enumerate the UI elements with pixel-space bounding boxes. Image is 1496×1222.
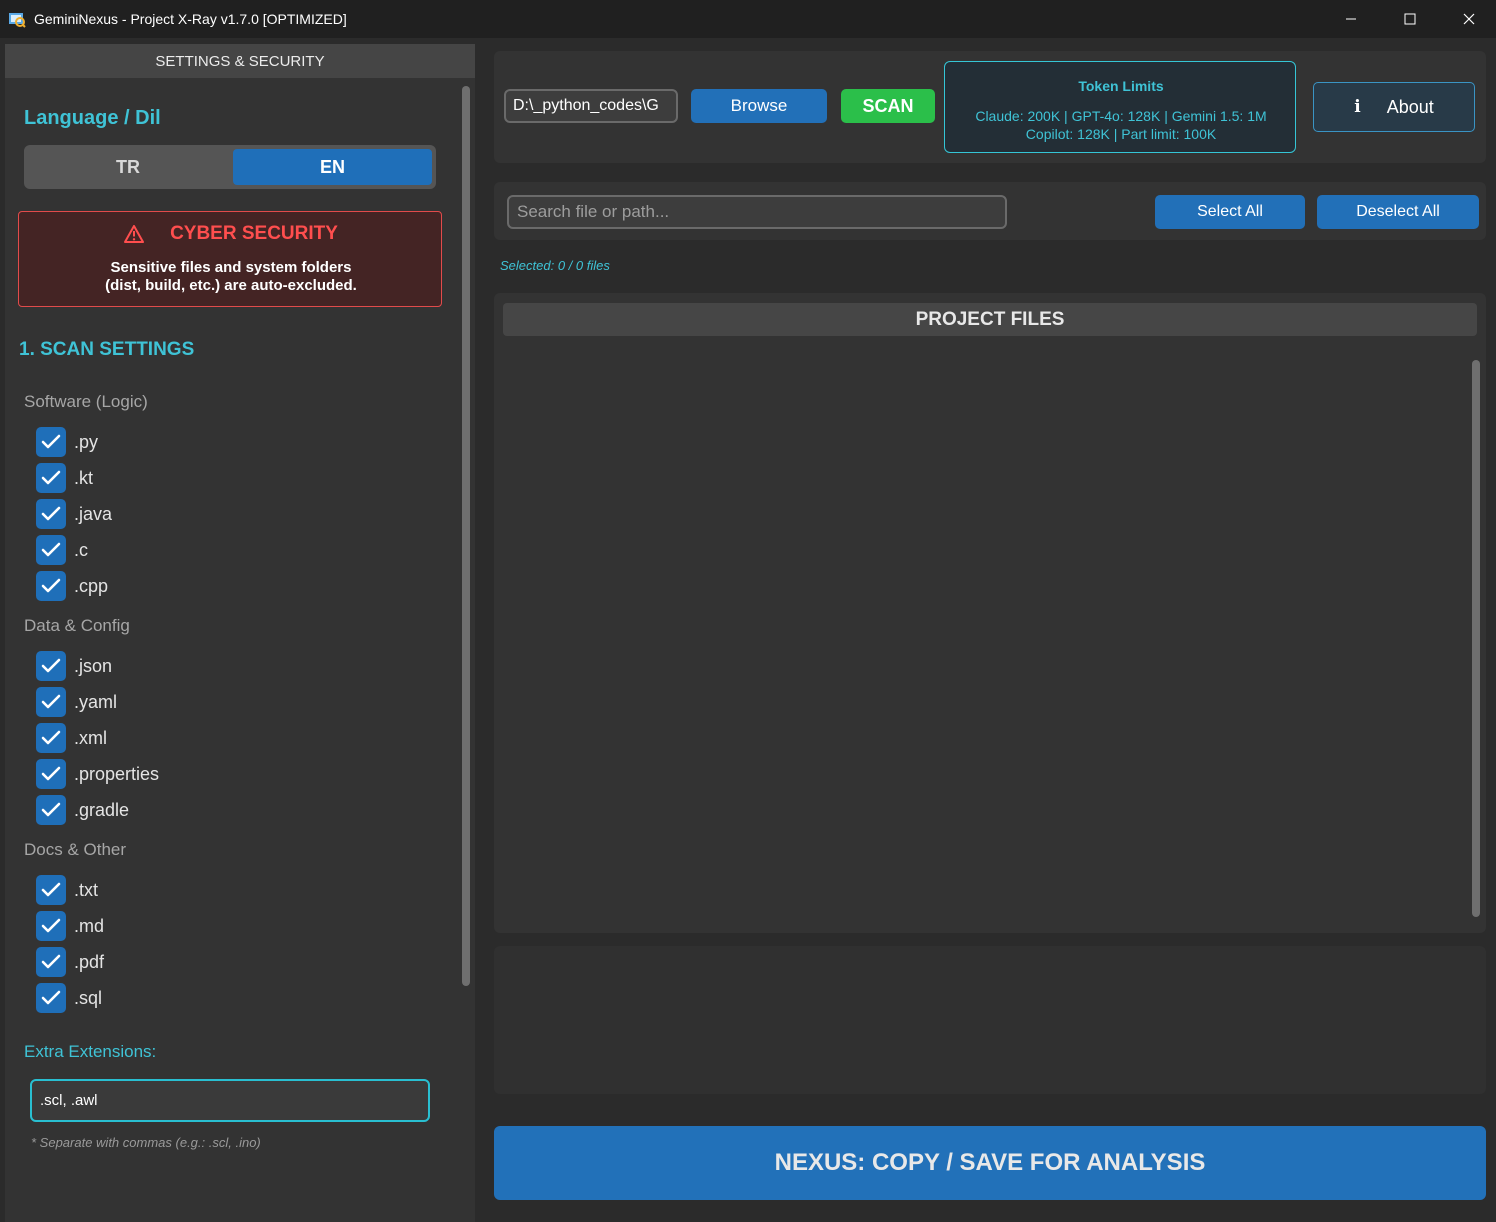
checkbox-label: .md [74,915,105,936]
security-line-1: Sensitive files and system folders [110,259,352,276]
checkbox-label: .cpp [74,575,109,596]
token-limits-line-2: Copilot: 128K | Part limit: 100K [1025,126,1217,142]
title-bar: GeminiNexus - Project X-Ray v1.7.0 [OPTI… [0,0,1496,38]
scan-settings-title: 1. SCAN SETTINGS [19,339,195,360]
security-description: Sensitive files and system folders (dist… [19,259,443,295]
checkbox-xml[interactable]: .xml [36,723,107,753]
window-title: GeminiNexus - Project X-Ray v1.7.0 [OPTI… [34,11,347,27]
about-button[interactable]: i About [1313,82,1475,132]
language-title: Language / Dil [24,107,161,129]
check-icon[interactable] [36,651,66,681]
checkbox-py[interactable]: .py [36,427,98,457]
extra-extensions-input[interactable]: .scl, .awl [30,1079,430,1122]
checkbox-label: .yaml [74,691,118,712]
checkbox-label: .json [74,655,113,676]
info-icon: i [1354,97,1361,117]
check-icon[interactable] [36,535,66,565]
language-option-tr[interactable]: TR [28,149,228,185]
token-limits-line-1: Claude: 200K | GPT-4o: 128K | Gemini 1.5… [975,108,1267,124]
check-icon[interactable] [36,947,66,977]
security-line-2: (dist, build, etc.) are auto-excluded. [105,277,357,294]
checkbox-label: .xml [74,727,107,748]
checkbox-label: .java [74,503,113,524]
selection-count: Selected: 0 / 0 files [500,258,610,273]
close-button[interactable] [1440,0,1496,38]
sidebar-scrollbar[interactable] [460,84,472,1184]
sidebar-scrollbar-thumb[interactable] [462,86,470,986]
scan-button[interactable]: SCAN [841,89,935,123]
checkbox-label: .pdf [74,951,105,972]
checkbox-java[interactable]: .java [36,499,112,529]
checkbox-cpp[interactable]: .cpp [36,571,108,601]
close-icon [1463,13,1475,25]
category-docs-other: Docs & Other [24,840,127,859]
app-icon [8,10,26,28]
check-icon[interactable] [36,571,66,601]
checkbox-properties[interactable]: .properties [36,759,159,789]
nexus-copy-save-button[interactable]: NEXUS: COPY / SAVE FOR ANALYSIS [494,1126,1486,1200]
check-icon[interactable] [36,463,66,493]
check-icon[interactable] [36,759,66,789]
checkbox-sql[interactable]: .sql [36,983,102,1013]
language-selector: TR EN [24,145,436,189]
search-input[interactable]: Search file or path... [507,195,1007,229]
project-files-panel: PROJECT FILES [494,293,1486,933]
project-files-header: PROJECT FILES [503,303,1477,336]
check-icon[interactable] [36,911,66,941]
token-limits-title: Token Limits [1078,78,1164,94]
category-software: Software (Logic) [24,392,148,411]
extra-extensions-hint: * Separate with commas (e.g.: .scl, .ino… [31,1135,261,1150]
category-data-config: Data & Config [24,616,130,635]
checkbox-pdf[interactable]: .pdf [36,947,104,977]
output-panel[interactable] [494,946,1486,1094]
checkbox-gradle[interactable]: .gradle [36,795,129,825]
minimize-icon [1346,18,1356,20]
check-icon[interactable] [36,983,66,1013]
checkbox-label: .gradle [74,799,130,820]
browse-button[interactable]: Browse [691,89,827,123]
select-all-button[interactable]: Select All [1155,195,1305,229]
checkbox-txt[interactable]: .txt [36,875,98,905]
checkbox-label: .sql [74,987,103,1008]
token-limits-panel: Token Limits Claude: 200K | GPT-4o: 128K… [944,61,1296,153]
path-input[interactable]: D:\_python_codes\G [504,89,678,123]
files-scrollbar[interactable] [1472,360,1480,917]
checkbox-kt[interactable]: .kt [36,463,93,493]
checkbox-yaml[interactable]: .yaml [36,687,117,717]
checkbox-label: .txt [74,879,99,900]
security-notice: CYBER SECURITY Sensitive files and syste… [18,211,442,307]
checkbox-json[interactable]: .json [36,651,112,681]
top-toolbar: D:\_python_codes\G Browse SCAN Token Lim… [494,51,1486,163]
security-title-text: CYBER SECURITY [170,223,338,244]
check-icon[interactable] [36,427,66,457]
check-icon[interactable] [36,795,66,825]
checkbox-md[interactable]: .md [36,911,104,941]
maximize-button[interactable] [1381,0,1439,38]
checkbox-label: .properties [74,763,160,784]
warning-triangle-icon [124,225,145,243]
check-icon[interactable] [36,875,66,905]
search-toolbar: Search file or path... Select All Desele… [494,182,1486,240]
sidebar-header: SETTINGS & SECURITY [5,44,475,78]
checkbox-label: .kt [74,467,94,488]
about-label: About [1386,96,1434,117]
maximize-icon [1404,13,1416,25]
deselect-all-button[interactable]: Deselect All [1317,195,1479,229]
check-icon[interactable] [36,687,66,717]
checkbox-label: .py [74,431,99,452]
settings-sidebar: SETTINGS & SECURITY Language / Dil TR EN… [5,44,475,1222]
check-icon[interactable] [36,723,66,753]
extra-extensions-label: Extra Extensions: [24,1042,157,1061]
security-title: CYBER SECURITY [19,223,443,245]
minimize-button[interactable] [1322,0,1380,38]
checkbox-label: .c [74,539,89,560]
language-option-en[interactable]: EN [233,149,432,185]
checkbox-c[interactable]: .c [36,535,88,565]
check-icon[interactable] [36,499,66,529]
